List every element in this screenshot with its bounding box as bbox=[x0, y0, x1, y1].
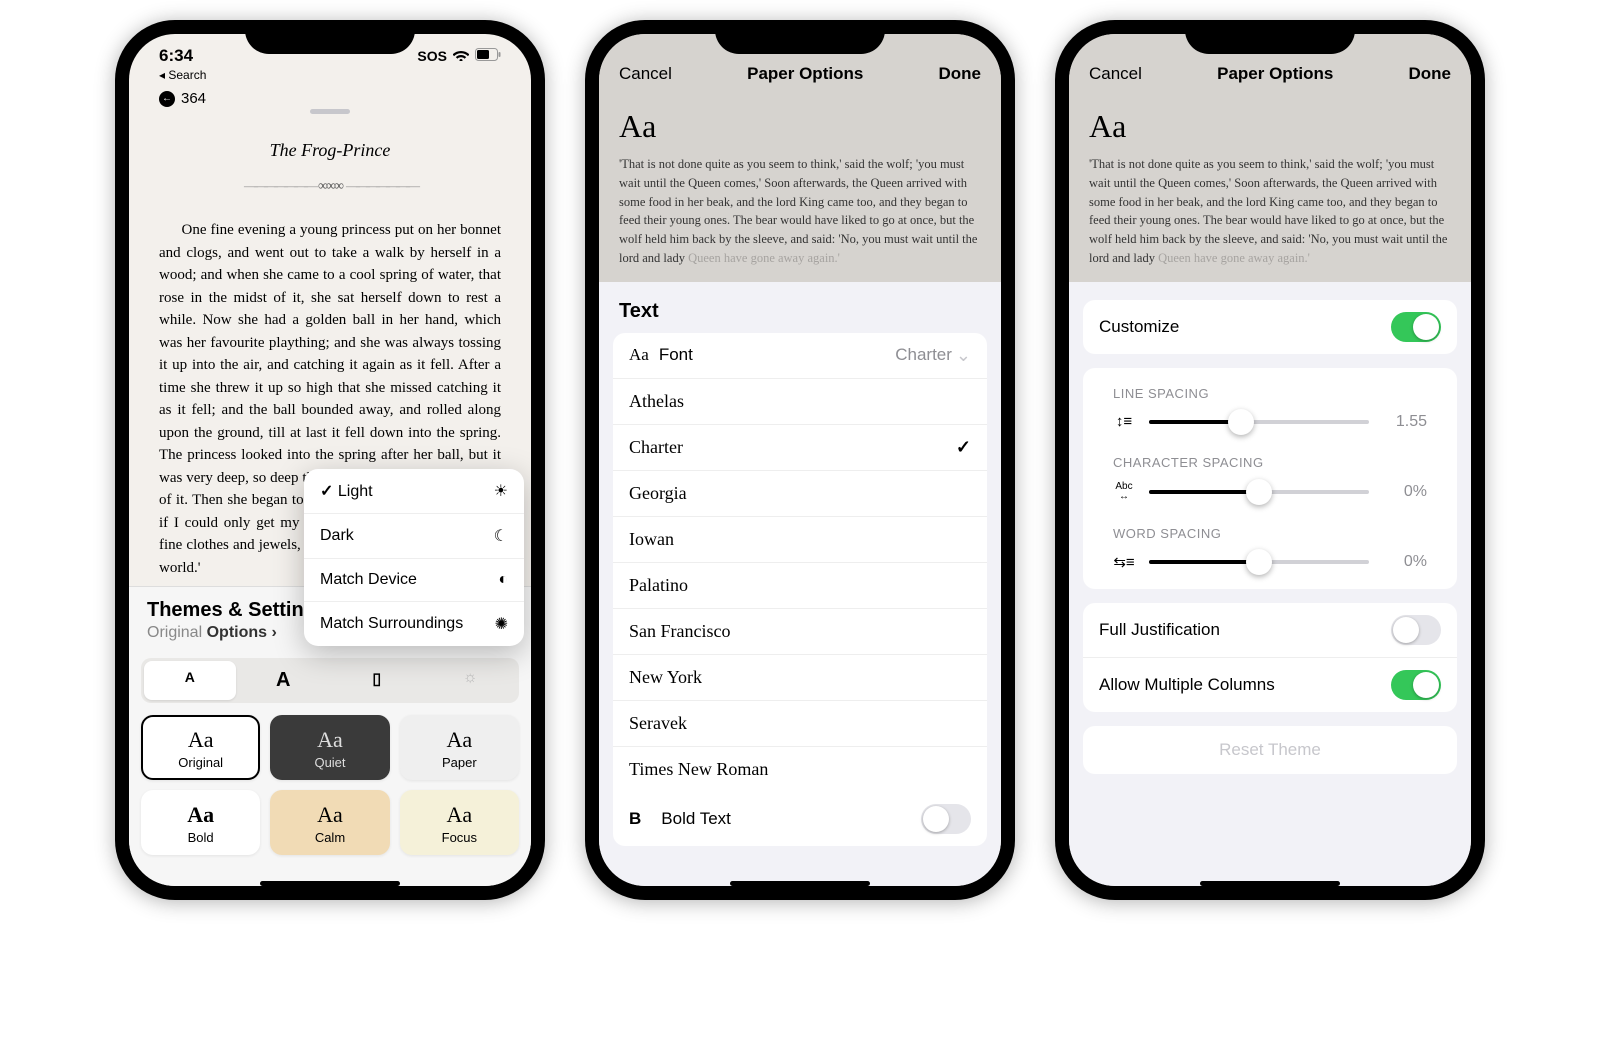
screen-2: Cancel Paper Options Done Aa 'That is no… bbox=[599, 34, 1001, 886]
battery-icon bbox=[475, 48, 501, 64]
modal-title: Paper Options bbox=[747, 64, 863, 84]
aa-icon: Aa bbox=[629, 345, 649, 365]
settings-pane[interactable]: Customize LINE SPACING ↕≡ 1.55 CHARACTER… bbox=[1069, 282, 1471, 887]
auto-brightness-icon: ✺ bbox=[495, 614, 508, 634]
popup-light[interactable]: Light ☀︎ bbox=[304, 469, 524, 514]
customize-row-group: Customize bbox=[1083, 300, 1457, 354]
line-spacing-label: LINE SPACING bbox=[1083, 372, 1457, 409]
tab-original[interactable]: Original bbox=[147, 624, 202, 641]
full-justification-toggle[interactable] bbox=[1391, 615, 1441, 645]
bold-toggle[interactable] bbox=[921, 804, 971, 834]
phone-3: Cancel Paper Options Done Aa 'That is no… bbox=[1055, 20, 1485, 900]
tab-options[interactable]: Options bbox=[207, 624, 277, 641]
phone-2: Cancel Paper Options Done Aa 'That is no… bbox=[585, 20, 1015, 900]
preview-pane: Aa 'That is not done quite as you seem t… bbox=[1069, 98, 1471, 282]
theme-paper[interactable]: Aa Paper bbox=[400, 715, 519, 780]
line-spacing-icon: ↕≡ bbox=[1113, 413, 1135, 430]
font-option-times-new-roman[interactable]: Times New Roman bbox=[613, 747, 987, 792]
preview-text: 'That is not done quite as you seem to t… bbox=[1089, 155, 1451, 268]
ornament-divider: ∞∞∞ bbox=[159, 179, 501, 195]
font-small-button[interactable]: A bbox=[144, 661, 236, 700]
page-number: 364 bbox=[181, 90, 206, 107]
status-indicators: SOS bbox=[417, 48, 501, 64]
status-time: 6:34 bbox=[159, 46, 193, 66]
sun-icon: ☀︎ bbox=[494, 481, 508, 501]
theme-focus[interactable]: Aa Focus bbox=[400, 790, 519, 855]
word-spacing-icon: ⇆≡ bbox=[1113, 553, 1135, 571]
font-large-button[interactable]: A bbox=[238, 661, 330, 700]
checkmark-icon bbox=[956, 437, 971, 458]
theme-calm[interactable]: Aa Calm bbox=[270, 790, 389, 855]
sheet-grabber[interactable] bbox=[310, 109, 350, 114]
bold-icon: B bbox=[629, 809, 641, 829]
bold-text-row[interactable]: BBold Text bbox=[613, 792, 987, 846]
preview-text: 'That is not done quite as you seem to t… bbox=[619, 155, 981, 268]
multi-columns-row[interactable]: Allow Multiple Columns bbox=[1083, 658, 1457, 712]
customize-row[interactable]: Customize bbox=[1083, 300, 1457, 354]
modal-title: Paper Options bbox=[1217, 64, 1333, 84]
done-button[interactable]: Done bbox=[1408, 64, 1451, 84]
back-to-search[interactable]: Search bbox=[129, 68, 531, 86]
customize-toggle[interactable] bbox=[1391, 312, 1441, 342]
brightness-icon: ☼ bbox=[463, 669, 478, 686]
theme-original[interactable]: Aa Original bbox=[141, 715, 260, 780]
full-justification-row[interactable]: Full Justification bbox=[1083, 603, 1457, 658]
modal-header: Cancel Paper Options Done bbox=[599, 34, 1001, 98]
char-spacing-label: CHARACTER SPACING bbox=[1083, 441, 1457, 478]
line-spacing-slider[interactable]: ↕≡ 1.55 bbox=[1083, 409, 1457, 441]
brightness-button[interactable]: ☼ bbox=[425, 661, 517, 700]
phone-1: 6:34 SOS Search ← 364 The Frog-Prince ∞∞… bbox=[115, 20, 545, 900]
font-option-new-york[interactable]: New York bbox=[613, 655, 987, 701]
font-option-palatino[interactable]: Palatino bbox=[613, 563, 987, 609]
chapter-title: The Frog-Prince bbox=[159, 140, 501, 161]
theme-grid: Aa Original Aa Quiet Aa Paper Aa Bold Aa bbox=[141, 715, 519, 855]
char-spacing-slider[interactable]: Abc↔ 0% bbox=[1083, 478, 1457, 512]
appearance-popup: Light ☀︎ Dark ☾ Match Device ◐ Match Sur… bbox=[304, 469, 524, 646]
scroll-toggle-button[interactable]: ▯ bbox=[331, 661, 423, 700]
font-row[interactable]: AaFont Charter bbox=[613, 333, 987, 379]
font-option-seravek[interactable]: Seravek bbox=[613, 701, 987, 747]
cancel-button[interactable]: Cancel bbox=[619, 64, 672, 84]
screen-3: Cancel Paper Options Done Aa 'That is no… bbox=[1069, 34, 1471, 886]
chevron-down-icon bbox=[956, 345, 971, 366]
settings-pane[interactable]: Text AaFont Charter AthelasCharterGeorgi… bbox=[599, 282, 1001, 887]
theme-quiet[interactable]: Aa Quiet bbox=[270, 715, 389, 780]
popup-match-device[interactable]: Match Device ◐ bbox=[304, 559, 524, 602]
modal-header: Cancel Paper Options Done bbox=[1069, 34, 1471, 98]
done-button[interactable]: Done bbox=[938, 64, 981, 84]
font-option-iowan[interactable]: Iowan bbox=[613, 517, 987, 563]
font-option-san-francisco[interactable]: San Francisco bbox=[613, 609, 987, 655]
char-spacing-icon: Abc↔ bbox=[1113, 482, 1135, 502]
font-option-athelas[interactable]: Athelas bbox=[613, 379, 987, 425]
reset-theme-button[interactable]: Reset Theme bbox=[1083, 726, 1457, 774]
spacing-group: LINE SPACING ↕≡ 1.55 CHARACTER SPACING A… bbox=[1083, 368, 1457, 589]
page-icon: ▯ bbox=[372, 671, 381, 688]
preview-aa: Aa bbox=[619, 108, 981, 145]
section-text: Text bbox=[599, 300, 1001, 333]
sheet-toolbar: A A ▯ ☼ bbox=[141, 658, 519, 703]
back-dot-icon[interactable]: ← bbox=[159, 91, 175, 107]
font-option-charter[interactable]: Charter bbox=[613, 425, 987, 471]
multi-columns-toggle[interactable] bbox=[1391, 670, 1441, 700]
theme-bold[interactable]: Aa Bold bbox=[141, 790, 260, 855]
popup-match-surroundings[interactable]: Match Surroundings ✺ bbox=[304, 602, 524, 646]
wifi-icon bbox=[453, 48, 469, 64]
status-bar: 6:34 SOS bbox=[129, 34, 531, 68]
font-option-georgia[interactable]: Georgia bbox=[613, 471, 987, 517]
font-header-row: AaFont Charter AthelasCharterGeorgiaIowa… bbox=[613, 333, 987, 846]
preview-aa: Aa bbox=[1089, 108, 1451, 145]
cancel-button[interactable]: Cancel bbox=[1089, 64, 1142, 84]
half-circle-icon: ◐ bbox=[498, 571, 508, 589]
sos-label: SOS bbox=[417, 48, 447, 64]
word-spacing-slider[interactable]: ⇆≡ 0% bbox=[1083, 549, 1457, 581]
page-indicator: ← 364 bbox=[129, 86, 531, 109]
preview-pane: Aa 'That is not done quite as you seem t… bbox=[599, 98, 1001, 282]
word-spacing-label: WORD SPACING bbox=[1083, 512, 1457, 549]
layout-group: Full Justification Allow Multiple Column… bbox=[1083, 603, 1457, 712]
moon-icon: ☾ bbox=[494, 526, 508, 546]
popup-dark[interactable]: Dark ☾ bbox=[304, 514, 524, 559]
screen-1: 6:34 SOS Search ← 364 The Frog-Prince ∞∞… bbox=[129, 34, 531, 886]
